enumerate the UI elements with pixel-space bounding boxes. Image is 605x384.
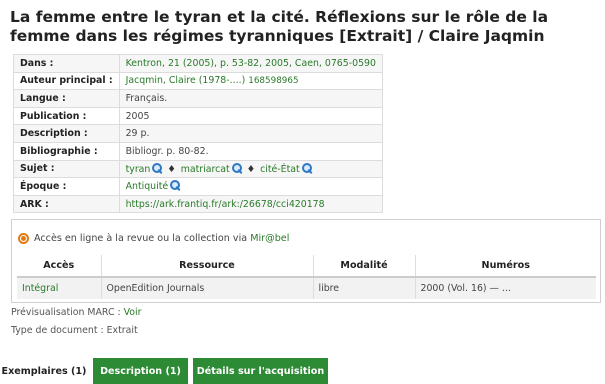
tab-bar: Exemplaires (1) Description (1) Détails … — [0, 358, 605, 384]
auteur-ppn-link[interactable]: 168598965 — [248, 76, 298, 86]
mirabel-link[interactable]: Mir@bel — [250, 233, 289, 244]
tab-exemplaires[interactable]: Exemplaires (1) — [0, 358, 88, 384]
col-header-numeros: Numéros — [415, 255, 596, 278]
langue-label: Langue : — [13, 89, 120, 108]
separator-diamond: ♦ — [167, 163, 176, 175]
search-icon[interactable] — [231, 162, 242, 173]
publication-label: Publication : — [13, 106, 120, 126]
tab-description[interactable]: Description (1) — [93, 358, 188, 384]
description-label: Description : — [13, 124, 120, 143]
bibliographie-value: Bibliogr. p. 80-82. — [118, 141, 383, 161]
acces-link[interactable]: Intégral — [22, 283, 58, 294]
mirabel-icon — [18, 233, 29, 244]
auteur-link[interactable]: Jacqmin, Claire (1978-....) — [126, 75, 246, 86]
table-row: Intégral OpenEdition Journals libre 2000… — [17, 277, 596, 299]
ark-label: ARK : — [13, 194, 120, 214]
epoque-link[interactable]: Antiquité — [126, 181, 169, 192]
sujet-link-matriarcat[interactable]: matriarcat — [181, 164, 230, 175]
numeros-cell: 2000 (Vol. 16) — ... — [415, 277, 596, 299]
mirabel-box: Accès en ligne à la revue ou la collecti… — [11, 219, 601, 303]
ressource-cell: OpenEdition Journals — [101, 277, 314, 299]
search-icon[interactable] — [301, 162, 312, 173]
publication-value: 2005 — [118, 106, 383, 126]
sujet-link-cite-etat[interactable]: cité-État — [260, 164, 300, 175]
mirabel-table: Accès Ressource Modalité Numéros Intégra… — [17, 255, 596, 299]
bibliographie-label: Bibliographie : — [13, 141, 120, 161]
dans-label: Dans : — [13, 54, 120, 73]
mirabel-header: Accès en ligne à la revue ou la collecti… — [18, 233, 289, 244]
col-header-modalite: Modalité — [313, 255, 416, 278]
marc-view-link[interactable]: Voir — [124, 307, 142, 318]
tab-details-acquisition[interactable]: Détails sur l'acquisition — [193, 358, 328, 384]
col-header-ressource: Ressource — [101, 255, 314, 278]
page-title: La femme entre le tyran et la cité. Réfl… — [10, 8, 549, 45]
auteur-label: Auteur principal : — [13, 71, 120, 91]
search-icon[interactable] — [170, 180, 181, 191]
search-icon[interactable] — [152, 162, 163, 173]
langue-value: Français. — [118, 89, 383, 108]
notice-table: Dans : Kentron, 21 (2005), p. 53-82, 200… — [13, 54, 383, 214]
marc-preview: Prévisualisation MARC : Voir — [11, 307, 142, 318]
dans-link[interactable]: Kentron, 21 (2005), p. 53-82, 2005, Caen… — [126, 58, 376, 69]
separator-diamond: ♦ — [246, 163, 256, 175]
sujet-link-tyran[interactable]: tyran — [126, 164, 151, 175]
description-value: 29 p. — [118, 124, 383, 143]
mirabel-intro: Accès en ligne à la revue ou la collecti… — [34, 233, 248, 244]
epoque-label: Époque : — [13, 177, 120, 196]
col-header-acces: Accès — [17, 255, 102, 278]
ark-link[interactable]: https://ark.frantiq.fr/ark:/26678/cci420… — [126, 199, 325, 210]
marc-label: Prévisualisation MARC : — [11, 307, 121, 318]
doc-type: Type de document : Extrait — [11, 325, 138, 336]
sujet-label: Sujet : — [13, 159, 120, 179]
modalite-cell: libre — [313, 277, 416, 299]
